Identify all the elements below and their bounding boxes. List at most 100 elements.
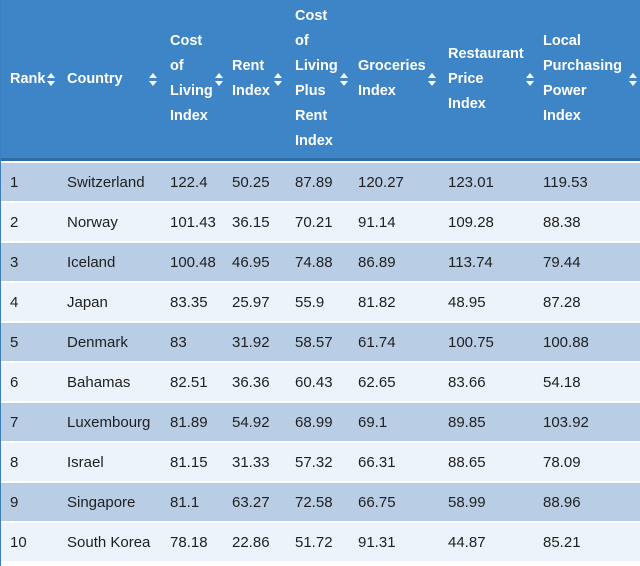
cell-cost-of-living-plus-rent-index: 51.72	[286, 521, 349, 561]
cell-restaurant-price-index: 89.85	[439, 401, 534, 441]
cell-cost-of-living-plus-rent-index: 55.9	[286, 281, 349, 321]
cell-cost-of-living-index: 81.1	[161, 481, 223, 521]
cell-cost-of-living-plus-rent-index: 60.43	[286, 361, 349, 401]
cell-cost-of-living-index: 82.51	[161, 361, 223, 401]
column-header-cost-of-living-plus-rent-index[interactable]: Cost of Living Plus Rent Index	[286, 0, 349, 161]
sort-down-arrow-icon	[215, 81, 223, 86]
cell-rent-index: 36.36	[223, 361, 286, 401]
column-header-cost-of-living-index[interactable]: Cost of Living Index	[161, 0, 223, 161]
sort-down-arrow-icon	[149, 81, 157, 86]
sort-icon	[274, 73, 282, 86]
cell-cost-of-living-plus-rent-index: 74.88	[286, 241, 349, 281]
cell-restaurant-price-index: 88.65	[439, 441, 534, 481]
data-table: Rank Country Cost of Living Index Rent Inde…	[1, 0, 640, 561]
cell-rent-index: 50.25	[223, 161, 286, 201]
cell-cost-of-living-plus-rent-index: 58.57	[286, 321, 349, 361]
cell-cost-of-living-plus-rent-index: 72.58	[286, 481, 349, 521]
cell-rank: 1	[1, 161, 58, 201]
sort-icon	[428, 73, 436, 86]
column-header-inner: Rent Index	[232, 54, 283, 104]
sort-down-arrow-icon	[526, 81, 534, 86]
column-header-restaurant-price-index[interactable]: Restaurant Price Index	[439, 0, 534, 161]
cell-cost-of-living-plus-rent-index: 68.99	[286, 401, 349, 441]
column-header-country[interactable]: Country	[58, 0, 161, 161]
cost-of-living-table: Rank Country Cost of Living Index Rent Inde…	[0, 0, 640, 566]
cell-restaurant-price-index: 100.75	[439, 321, 534, 361]
cell-country: Iceland	[58, 241, 161, 281]
cell-restaurant-price-index: 109.28	[439, 201, 534, 241]
cell-restaurant-price-index: 123.01	[439, 161, 534, 201]
sort-up-arrow-icon	[149, 73, 157, 78]
sort-up-arrow-icon	[526, 73, 534, 78]
cell-cost-of-living-index: 100.48	[161, 241, 223, 281]
sort-icon	[340, 73, 348, 86]
cell-country: Luxembourg	[58, 401, 161, 441]
column-header-inner: Restaurant Price Index	[448, 42, 531, 117]
cell-rank: 6	[1, 361, 58, 401]
cell-rent-index: 31.33	[223, 441, 286, 481]
column-header-rank[interactable]: Rank	[1, 0, 58, 161]
table-row: 2Norway101.4336.1570.2191.14109.2888.38	[1, 201, 640, 241]
cell-cost-of-living-index: 83	[161, 321, 223, 361]
cell-groceries-index: 86.89	[349, 241, 439, 281]
cell-country: Singapore	[58, 481, 161, 521]
cell-cost-of-living-index: 81.89	[161, 401, 223, 441]
cell-groceries-index: 91.31	[349, 521, 439, 561]
cell-country: Norway	[58, 201, 161, 241]
sort-down-arrow-icon	[47, 81, 55, 86]
sort-icon	[526, 73, 534, 86]
cell-groceries-index: 69.1	[349, 401, 439, 441]
cell-local-purchasing-power-index: 119.53	[534, 161, 640, 201]
column-header-local-purchasing-power-index[interactable]: Local Purchasing Power Index	[534, 0, 640, 161]
cell-rank: 7	[1, 401, 58, 441]
sort-down-arrow-icon	[340, 81, 348, 86]
column-label: Cost of Living Index	[170, 29, 213, 129]
cell-cost-of-living-plus-rent-index: 87.89	[286, 161, 349, 201]
cell-cost-of-living-index: 122.4	[161, 161, 223, 201]
cell-groceries-index: 91.14	[349, 201, 439, 241]
cell-rent-index: 63.27	[223, 481, 286, 521]
sort-icon	[629, 73, 637, 86]
cell-groceries-index: 62.65	[349, 361, 439, 401]
cell-local-purchasing-power-index: 87.28	[534, 281, 640, 321]
column-label: Country	[67, 67, 123, 92]
table-row: 10South Korea78.1822.8651.7291.3144.8785…	[1, 521, 640, 561]
cell-rank: 9	[1, 481, 58, 521]
column-header-groceries-index[interactable]: Groceries Index	[349, 0, 439, 161]
cell-local-purchasing-power-index: 85.21	[534, 521, 640, 561]
sort-up-arrow-icon	[274, 73, 282, 78]
cell-restaurant-price-index: 44.87	[439, 521, 534, 561]
sort-down-arrow-icon	[629, 81, 637, 86]
cell-rank: 2	[1, 201, 58, 241]
table-row: 8Israel81.1531.3357.3266.3188.6578.09	[1, 441, 640, 481]
table-row: 7Luxembourg81.8954.9268.9969.189.85103.9…	[1, 401, 640, 441]
table-row: 4Japan83.3525.9755.981.8248.9587.28	[1, 281, 640, 321]
column-header-inner: Local Purchasing Power Index	[543, 29, 638, 129]
column-header-inner: Groceries Index	[358, 54, 436, 104]
cell-local-purchasing-power-index: 78.09	[534, 441, 640, 481]
column-label: Cost of Living Plus Rent Index	[295, 4, 338, 154]
cell-cost-of-living-index: 78.18	[161, 521, 223, 561]
table-body: 1Switzerland122.450.2587.89120.27123.011…	[1, 161, 640, 561]
sort-down-arrow-icon	[274, 81, 282, 86]
cell-groceries-index: 61.74	[349, 321, 439, 361]
cell-cost-of-living-index: 81.15	[161, 441, 223, 481]
column-header-rent-index[interactable]: Rent Index	[223, 0, 286, 161]
sort-icon	[47, 73, 55, 86]
cell-rent-index: 36.15	[223, 201, 286, 241]
column-label: Restaurant Price Index	[448, 42, 524, 117]
cell-groceries-index: 120.27	[349, 161, 439, 201]
sort-icon	[215, 73, 223, 86]
cell-local-purchasing-power-index: 54.18	[534, 361, 640, 401]
cell-restaurant-price-index: 83.66	[439, 361, 534, 401]
cell-local-purchasing-power-index: 88.38	[534, 201, 640, 241]
table-row: 9Singapore81.163.2772.5866.7558.9988.96	[1, 481, 640, 521]
cell-country: Switzerland	[58, 161, 161, 201]
sort-up-arrow-icon	[428, 73, 436, 78]
cell-local-purchasing-power-index: 88.96	[534, 481, 640, 521]
table-row: 3Iceland100.4846.9574.8886.89113.7479.44	[1, 241, 640, 281]
cell-groceries-index: 81.82	[349, 281, 439, 321]
column-label: Groceries Index	[358, 54, 426, 104]
cell-rent-index: 46.95	[223, 241, 286, 281]
cell-rent-index: 25.97	[223, 281, 286, 321]
